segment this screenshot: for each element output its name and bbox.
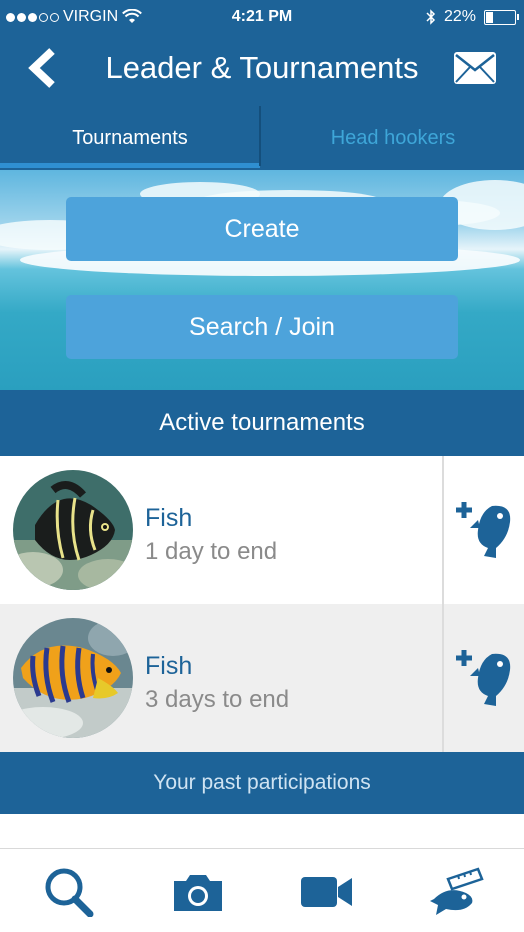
tournament-avatar <box>13 470 133 590</box>
hero-banner: Create Search / Join <box>0 170 524 390</box>
tournament-remaining: 3 days to end <box>145 686 290 713</box>
tab-head-hookers[interactable]: Head hookers <box>262 106 524 170</box>
active-tournaments-heading: Active tournaments <box>0 390 524 456</box>
search-icon[interactable] <box>42 867 98 917</box>
tournament-row[interactable]: Fish 3 days to end <box>0 604 524 752</box>
battery-percent: 22% <box>443 8 476 25</box>
bluetooth-icon <box>426 9 436 25</box>
status-bar: VIRGIN 4:21 PM 22% <box>0 0 524 34</box>
tournament-avatar <box>13 618 133 738</box>
row-divider <box>442 604 444 752</box>
tournament-remaining: 1 day to end <box>145 538 278 565</box>
search-join-button[interactable]: Search / Join <box>66 295 458 359</box>
app-header: Leader & Tournaments <box>0 34 524 106</box>
tournament-name: Fish <box>145 652 193 680</box>
video-camera-icon[interactable] <box>298 867 354 917</box>
fish-measure-icon[interactable] <box>428 867 484 917</box>
battery-icon <box>484 9 519 25</box>
add-fish-icon[interactable] <box>452 498 514 560</box>
tournament-name: Fish <box>145 504 193 532</box>
bottom-navigation <box>0 848 524 932</box>
tournament-row[interactable]: Fish 1 day to end <box>0 456 524 604</box>
add-fish-icon[interactable] <box>452 646 514 708</box>
envelope-icon[interactable] <box>454 52 496 84</box>
row-divider <box>442 456 444 604</box>
camera-icon[interactable] <box>170 867 226 917</box>
page-title: Leader & Tournaments <box>105 50 419 85</box>
create-button[interactable]: Create <box>66 197 458 261</box>
tab-divider <box>259 106 261 166</box>
tab-tournaments[interactable]: Tournaments <box>0 106 260 170</box>
status-right: 22% <box>426 8 519 26</box>
tab-bar: Tournaments Head hookers <box>0 106 524 170</box>
past-participations-heading[interactable]: Your past participations <box>0 752 524 814</box>
